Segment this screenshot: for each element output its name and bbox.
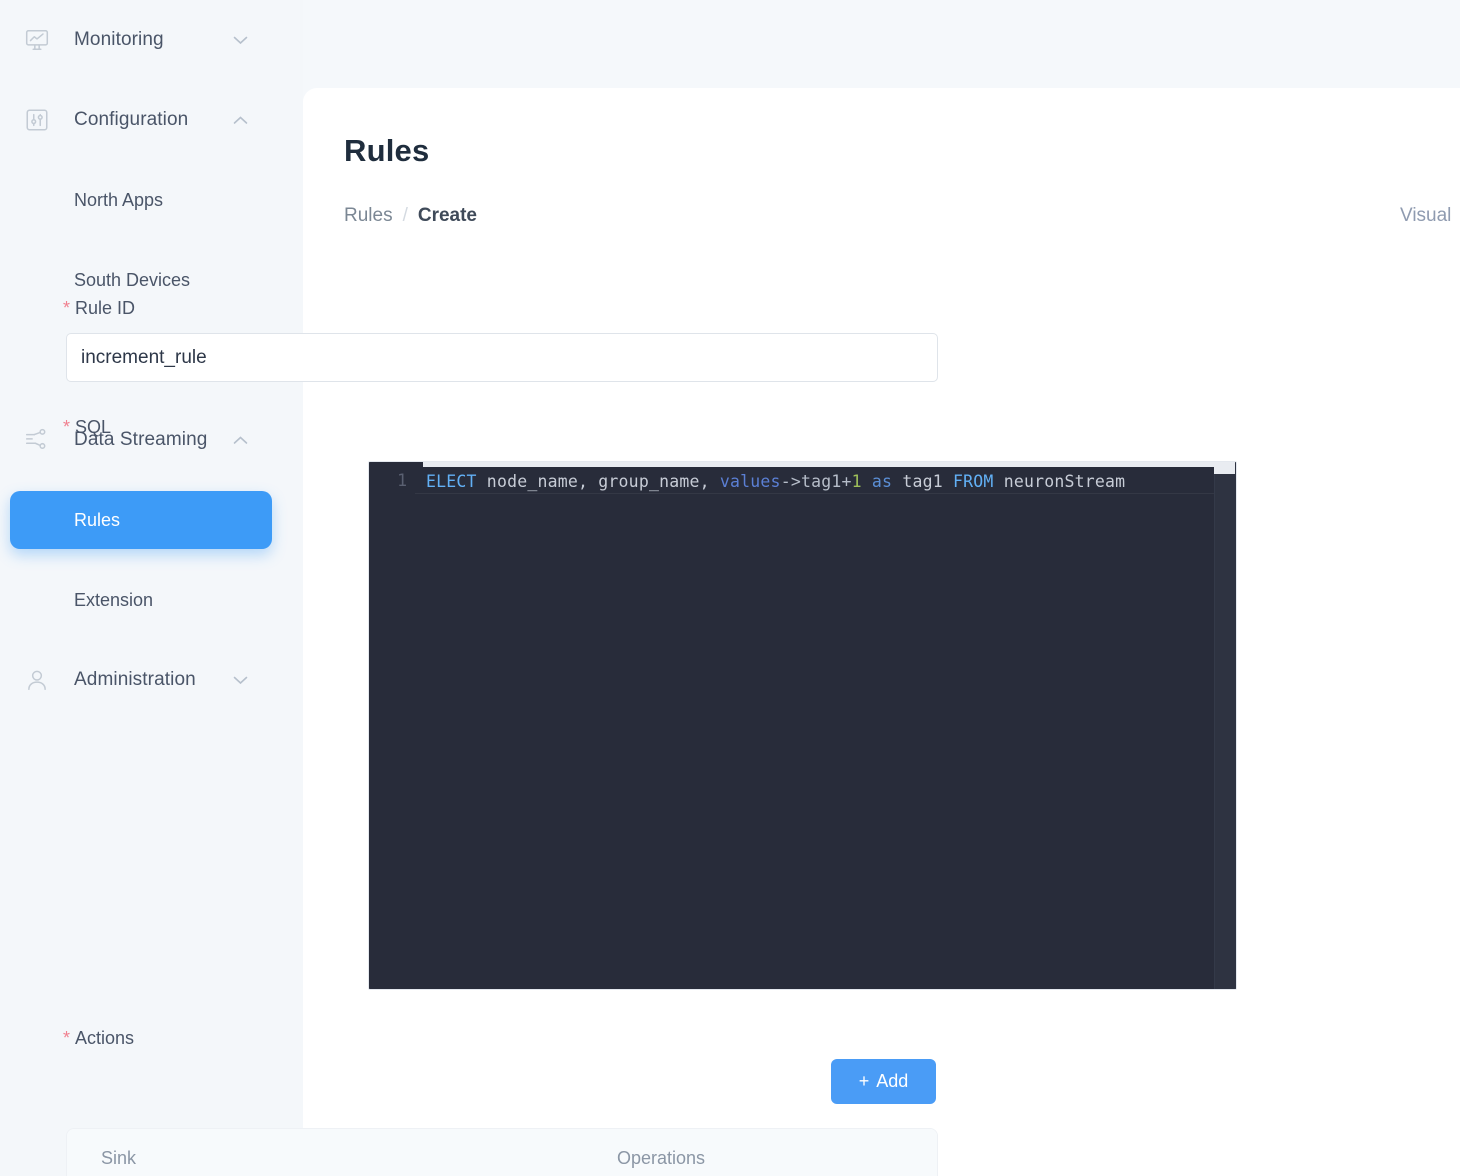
sidebar-group-administration: Administration — [0, 640, 303, 720]
sidebar-item-configuration[interactable]: Configuration — [0, 80, 303, 160]
actions-label: * Actions — [63, 1028, 134, 1049]
chevron-down-icon[interactable] — [232, 32, 248, 48]
sql-editor-surface[interactable]: 1 ELECT node_name, group_name, values->t… — [369, 462, 1236, 989]
token-operator: ->tag1+ — [780, 471, 852, 491]
sidebar-item-rules-wrap: Rules — [0, 480, 303, 560]
rule-id-label-text: Rule ID — [75, 298, 136, 318]
sql-code-editor[interactable]: 1 ELECT node_name, group_name, values->t… — [368, 461, 1237, 990]
column-header-sink: Sink — [101, 1147, 137, 1168]
breadcrumb-create: Create — [417, 205, 478, 226]
data-flow-icon — [22, 425, 52, 455]
monitor-chart-icon — [22, 25, 52, 55]
rule-id-label: * Rule ID — [63, 298, 135, 319]
editor-vertical-scrollbar-thumb[interactable] — [1214, 462, 1235, 474]
sidebar-item-monitoring[interactable]: Monitoring — [0, 0, 303, 80]
sidebar-item-extension[interactable]: Extension — [0, 560, 303, 640]
sidebar-label-monitoring: Monitoring — [74, 29, 164, 50]
sidebar-label-administration: Administration — [74, 669, 196, 690]
required-asterisk: * — [63, 417, 71, 437]
sidebar-group-monitoring: Monitoring — [0, 0, 303, 80]
app-root: Monitoring Configuration North Apps Sout… — [0, 0, 1460, 1176]
sql-code-text[interactable]: ELECT node_name, group_name, values->tag… — [415, 472, 1125, 491]
editor-vertical-scrollbar[interactable] — [1214, 462, 1236, 989]
sliders-box-icon — [22, 105, 52, 135]
code-line-1: 1 ELECT node_name, group_name, values->t… — [369, 468, 1125, 494]
page-title: Rules — [344, 133, 430, 168]
add-action-button[interactable]: + Add — [831, 1059, 936, 1104]
breadcrumb-separator: / — [402, 205, 408, 226]
sidebar-label-extension: Extension — [74, 589, 154, 610]
chevron-up-icon[interactable] — [232, 432, 248, 448]
sidebar-label-configuration: Configuration — [74, 109, 189, 130]
required-asterisk: * — [63, 1028, 71, 1048]
sql-label: * SQL — [63, 417, 111, 438]
required-asterisk: * — [63, 298, 71, 318]
sidebar-item-administration[interactable]: Administration — [0, 640, 303, 720]
sql-label-text: SQL — [75, 417, 112, 437]
sidebar-item-data-streaming[interactable]: Data Streaming — [0, 400, 303, 480]
add-button-label: Add — [876, 1071, 909, 1091]
sidebar-group-data-streaming: Data Streaming Rules Extension — [0, 400, 303, 640]
sidebar-item-rules[interactable]: Rules — [10, 491, 272, 549]
sidebar-item-north-apps[interactable]: North Apps — [0, 160, 303, 240]
token-values: values — [719, 471, 781, 491]
rule-id-input[interactable] — [66, 333, 938, 382]
token-keyword-select: ELECT — [426, 471, 477, 491]
token-alias: tag1 — [892, 471, 954, 491]
actions-table-header: Sink Operations — [67, 1129, 937, 1176]
token-stream: neuronStream — [993, 471, 1126, 491]
chevron-up-icon[interactable] — [232, 112, 248, 128]
sidebar-label-south-devices: South Devices — [74, 269, 191, 290]
breadcrumb: Rules / Create — [344, 205, 477, 227]
sidebar-label-rules: Rules — [74, 509, 121, 530]
sidebar: Monitoring Configuration North Apps Sout… — [0, 0, 303, 1176]
sidebar-item-south-devices[interactable]: South Devices — [0, 240, 303, 320]
visualize-link[interactable]: Visual — [1400, 205, 1451, 227]
token-number: 1 — [851, 471, 862, 491]
token-keyword-from: FROM — [953, 471, 994, 491]
editor-horizontal-scrollbar[interactable] — [423, 462, 1236, 467]
chevron-down-icon[interactable] — [232, 672, 248, 688]
breadcrumb-rules[interactable]: Rules — [344, 205, 393, 227]
token-columns: node_name, group_name, — [476, 471, 720, 491]
token-keyword-as: as — [871, 471, 893, 491]
sidebar-label-north-apps: North Apps — [74, 189, 164, 210]
active-line-indicator — [415, 493, 1236, 494]
actions-label-text: Actions — [75, 1028, 135, 1048]
actions-table: Sink Operations — [66, 1128, 938, 1176]
plus-icon: + — [858, 1071, 870, 1091]
user-icon — [22, 665, 52, 695]
column-header-operations: Operations — [617, 1147, 706, 1168]
line-number: 1 — [369, 468, 415, 494]
